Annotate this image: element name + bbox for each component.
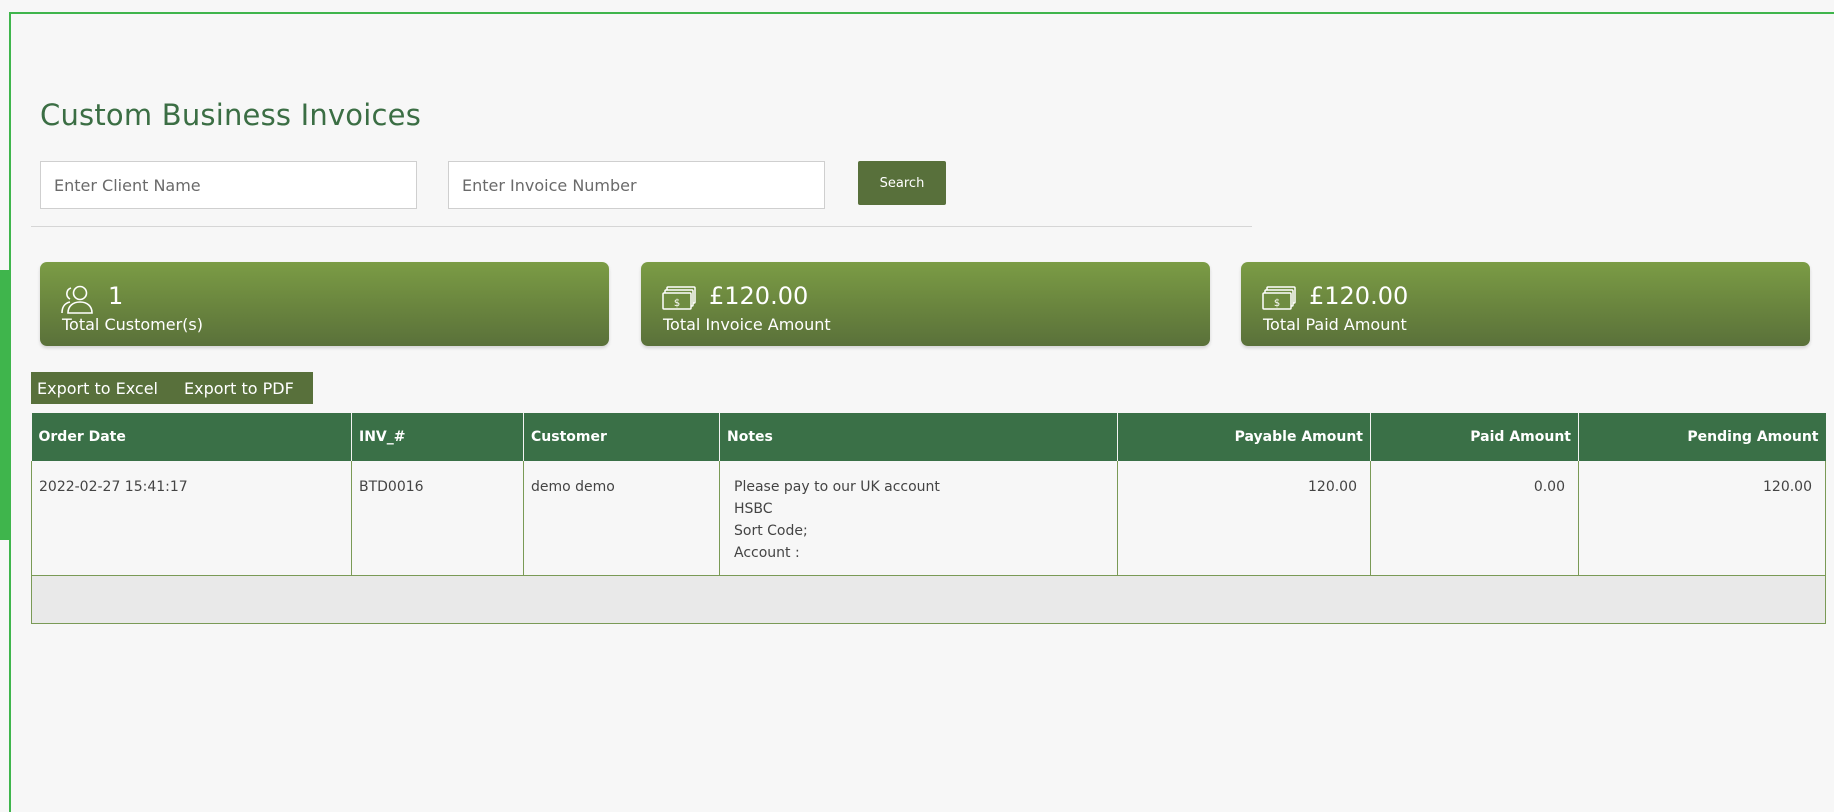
stat-card-paid-amount: $ £120.00 Total Paid Amount xyxy=(1241,262,1810,346)
stat-value: 1 xyxy=(108,282,124,310)
cell-order-date: 2022-02-27 15:41:17 xyxy=(31,461,352,576)
stat-label: Total Customer(s) xyxy=(62,315,203,334)
column-header-paid-amount[interactable]: Paid Amount xyxy=(1370,413,1579,461)
column-header-pending-amount[interactable]: Pending Amount xyxy=(1578,413,1826,461)
column-header-order-date[interactable]: Order Date xyxy=(31,413,352,461)
left-accent-bar xyxy=(0,270,9,540)
money-icon: $ xyxy=(662,286,696,310)
money-icon: $ xyxy=(1262,286,1296,310)
search-button[interactable]: Search xyxy=(858,161,946,205)
cell-payable-amount: 120.00 xyxy=(1117,461,1371,576)
column-header-invoice-number[interactable]: INV_# xyxy=(351,413,524,461)
export-pdf-button[interactable]: Export to PDF xyxy=(171,379,307,398)
stat-value: £120.00 xyxy=(709,282,809,310)
search-divider xyxy=(31,226,1252,227)
stat-card-invoice-amount: $ £120.00 Total Invoice Amount xyxy=(641,262,1210,346)
users-icon xyxy=(61,285,93,314)
svg-text:$: $ xyxy=(674,298,680,309)
column-header-notes[interactable]: Notes xyxy=(719,413,1118,461)
column-header-customer[interactable]: Customer xyxy=(523,413,720,461)
client-name-input[interactable] xyxy=(40,161,417,209)
notes-line: Sort Code; xyxy=(734,523,808,539)
notes-line: Account : xyxy=(734,545,800,561)
stat-value: £120.00 xyxy=(1309,282,1409,310)
invoices-table: Order Date INV_# Customer Notes Payable … xyxy=(31,413,1826,624)
table-footer xyxy=(31,575,1826,624)
invoice-number-input[interactable] xyxy=(448,161,825,209)
notes-line: Please pay to our UK account xyxy=(734,479,940,495)
cell-invoice-number: BTD0016 xyxy=(351,461,524,576)
table-footer-row xyxy=(31,575,1826,624)
stat-label: Total Invoice Amount xyxy=(663,315,831,334)
cell-paid-amount: 0.00 xyxy=(1370,461,1579,576)
table-header-row: Order Date INV_# Customer Notes Payable … xyxy=(31,413,1826,461)
stat-label: Total Paid Amount xyxy=(1263,315,1407,334)
export-excel-button[interactable]: Export to Excel xyxy=(37,379,171,398)
table-row[interactable]: 2022-02-27 15:41:17 BTD0016 demo demo Pl… xyxy=(31,461,1826,576)
cell-customer: demo demo xyxy=(523,461,720,576)
export-toolbar: Export to Excel Export to PDF xyxy=(31,372,313,404)
content-frame xyxy=(9,12,1834,812)
cell-notes: Please pay to our UK account HSBC Sort C… xyxy=(719,461,1118,576)
stat-card-customers: 1 Total Customer(s) xyxy=(40,262,609,346)
column-header-payable-amount[interactable]: Payable Amount xyxy=(1117,413,1371,461)
notes-line: HSBC xyxy=(734,501,773,517)
cell-pending-amount: 120.00 xyxy=(1578,461,1826,576)
page-title: Custom Business Invoices xyxy=(40,98,422,132)
svg-text:$: $ xyxy=(1274,298,1280,309)
